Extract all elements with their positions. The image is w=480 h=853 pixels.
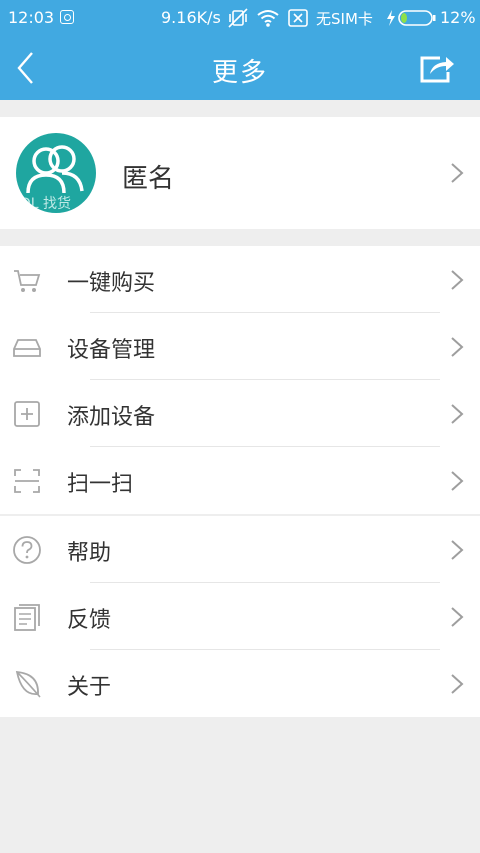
menu-item-add-device[interactable]: 添加设备 xyxy=(0,380,480,447)
menu-item-label: 扫一扫 xyxy=(67,472,134,497)
menu-item-help[interactable]: 帮助 xyxy=(0,516,480,583)
wifi-icon xyxy=(257,10,279,27)
notification-icon xyxy=(60,10,74,24)
menu-group-1: 一键购买 设备管理 添加设备 扫一扫 xyxy=(0,246,480,514)
charging-icon xyxy=(387,10,395,26)
sim-status: 无SIM卡 xyxy=(316,10,373,28)
menu-item-about[interactable]: 关于 xyxy=(0,650,480,717)
status-bar: 12:03 9.16K/s 无SIM卡 12% xyxy=(0,0,480,36)
avatar-watermark: DL 找货 xyxy=(20,196,72,212)
status-time: 12:03 xyxy=(8,8,55,27)
avatar: DL 找货 xyxy=(16,133,96,213)
menu-item-label: 关于 xyxy=(67,675,112,700)
share-icon[interactable] xyxy=(418,52,456,84)
profile-card[interactable]: DL 找货 匿名 xyxy=(0,117,480,229)
battery-percent: 12% xyxy=(440,8,476,27)
leaf-icon xyxy=(15,670,41,698)
menu-group-2: 帮助 反馈 关于 xyxy=(0,516,480,717)
chevron-right-icon xyxy=(451,337,464,357)
menu-item-label: 设备管理 xyxy=(67,338,156,363)
user-name: 匿名 xyxy=(122,164,175,194)
chevron-right-icon xyxy=(451,404,464,424)
chevron-right-icon xyxy=(451,674,464,694)
cart-icon xyxy=(14,270,41,292)
no-sim-icon xyxy=(288,9,308,27)
page-title: 更多 xyxy=(211,58,268,88)
chevron-right-icon xyxy=(451,607,464,627)
network-speed: 9.16K/s xyxy=(161,8,221,27)
menu-item-device-management[interactable]: 设备管理 xyxy=(0,313,480,380)
menu-item-scan[interactable]: 扫一扫 xyxy=(0,447,480,514)
scan-icon xyxy=(14,469,40,493)
chevron-right-icon xyxy=(451,540,464,560)
chevron-right-icon xyxy=(451,270,464,290)
chevron-right-icon xyxy=(451,163,464,183)
menu-item-label: 反馈 xyxy=(67,608,112,633)
chevron-right-icon xyxy=(451,471,464,491)
help-icon xyxy=(13,536,41,564)
menu-item-label: 帮助 xyxy=(67,541,112,566)
add-device-icon xyxy=(14,401,40,427)
vibrate-mute-icon xyxy=(228,8,248,28)
menu-item-label: 一键购买 xyxy=(67,271,156,296)
feedback-icon xyxy=(14,604,40,631)
header: 更多 xyxy=(0,36,480,100)
device-icon xyxy=(13,339,41,357)
battery-icon xyxy=(398,10,436,26)
menu-item-label: 添加设备 xyxy=(67,405,156,430)
menu-item-buy[interactable]: 一键购买 xyxy=(0,246,480,313)
menu-item-feedback[interactable]: 反馈 xyxy=(0,583,480,650)
